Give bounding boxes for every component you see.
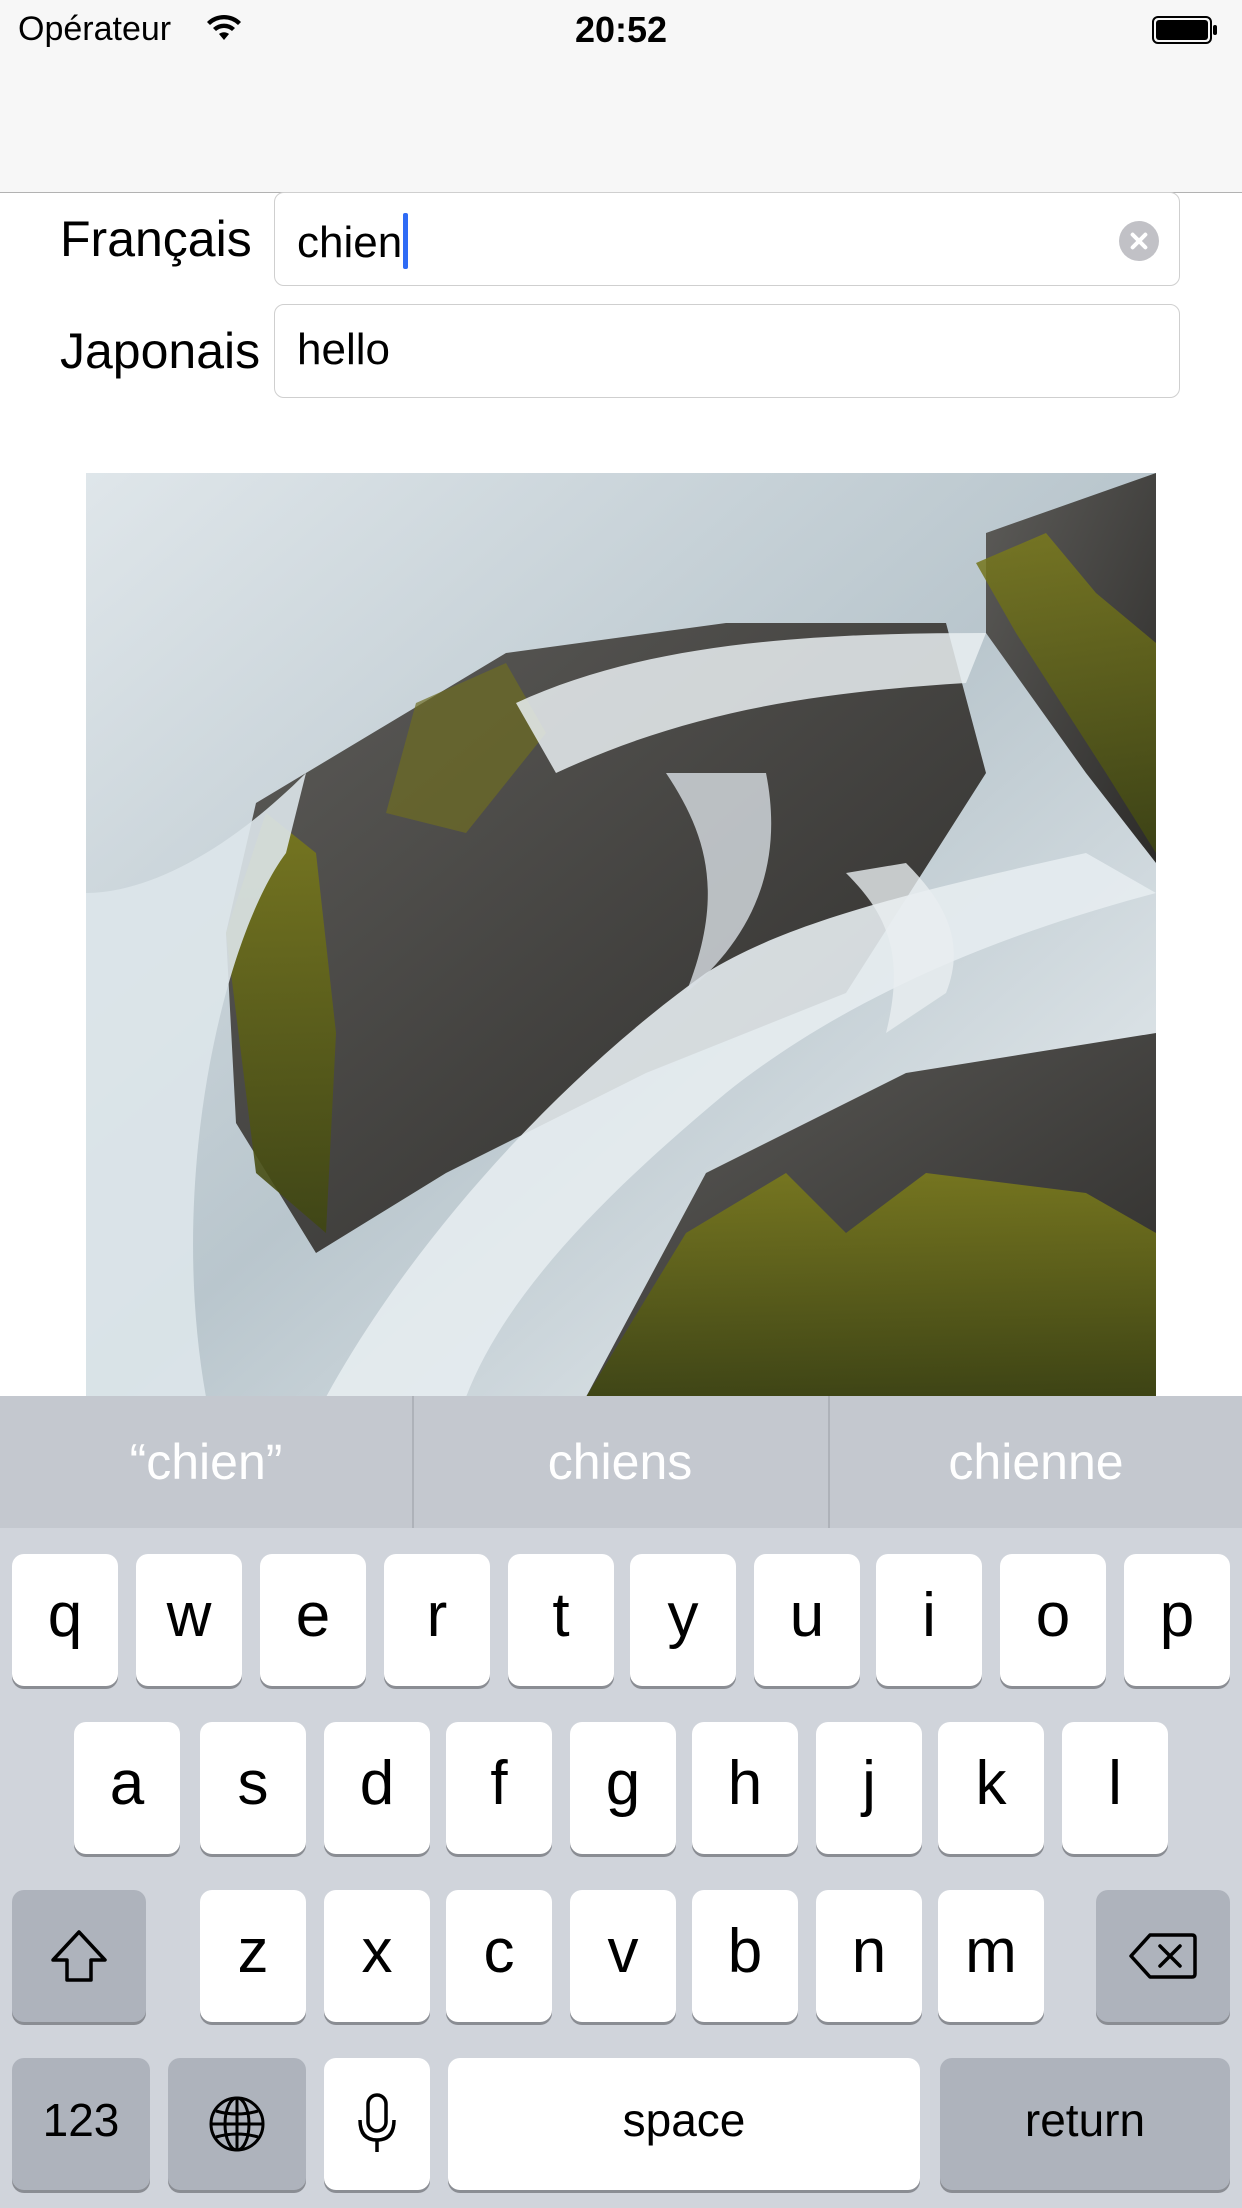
return-key[interactable]: return [940,2058,1230,2190]
key-y[interactable]: y [630,1554,736,1686]
key-g[interactable]: g [570,1722,676,1854]
key-x[interactable]: x [324,1890,430,2022]
key-d[interactable]: d [324,1722,430,1854]
key-p[interactable]: p [1124,1554,1230,1686]
japanese-input[interactable]: hello [274,304,1180,398]
french-label: Français [60,211,252,267]
globe-icon [209,2096,265,2152]
key-z[interactable]: z [200,1890,306,2022]
suggestion-2[interactable]: chiens [414,1396,826,1528]
navigation-bar: Opérateur 20:52 [0,0,1242,193]
key-f[interactable]: f [446,1722,552,1854]
keyboard: “chien” chiens chienne q w e r t y u i o… [0,1396,1242,2208]
shift-icon [51,1929,107,1982]
key-q[interactable]: q [12,1554,118,1686]
battery-icon [1152,16,1217,44]
suggestion-3[interactable]: chienne [830,1396,1242,1528]
waterfall-photo [86,473,1156,1397]
key-u[interactable]: u [754,1554,860,1686]
text-caret [403,213,409,269]
status-bar: Opérateur 20:52 [0,0,1242,60]
globe-key[interactable] [168,2058,306,2190]
key-s[interactable]: s [200,1722,306,1854]
key-e[interactable]: e [260,1554,366,1686]
suggestion-bar: “chien” chiens chienne [0,1396,1242,1528]
key-t[interactable]: t [508,1554,614,1686]
key-j[interactable]: j [816,1722,922,1854]
numbers-key[interactable]: 123 [12,2058,150,2190]
key-i[interactable]: i [876,1554,982,1686]
key-m[interactable]: m [938,1890,1044,2022]
suggestion-1[interactable]: “chien” [0,1396,412,1528]
key-b[interactable]: b [692,1890,798,2022]
key-k[interactable]: k [938,1722,1044,1854]
clear-text-icon[interactable] [1119,221,1159,261]
key-a[interactable]: a [74,1722,180,1854]
key-o[interactable]: o [1000,1554,1106,1686]
microphone-icon [358,2092,396,2152]
key-w[interactable]: w [136,1554,242,1686]
key-r[interactable]: r [384,1554,490,1686]
japanese-label: Japonais [60,323,261,379]
japanese-input-value: hello [297,325,390,374]
french-input-text: chien [297,218,403,267]
french-input-value: chien [297,213,409,269]
key-l[interactable]: l [1062,1722,1168,1854]
waterfall-illustration [86,473,1156,1397]
backspace-icon [1129,1932,1197,1979]
delete-key[interactable] [1096,1890,1230,2022]
key-c[interactable]: c [446,1890,552,2022]
shift-key[interactable] [12,1890,146,2022]
key-n[interactable]: n [816,1890,922,2022]
key-v[interactable]: v [570,1890,676,2022]
space-key[interactable]: space [448,2058,920,2190]
key-h[interactable]: h [692,1722,798,1854]
status-time: 20:52 [574,9,668,50]
dictation-key[interactable] [324,2058,430,2190]
french-input[interactable]: chien [274,192,1180,286]
